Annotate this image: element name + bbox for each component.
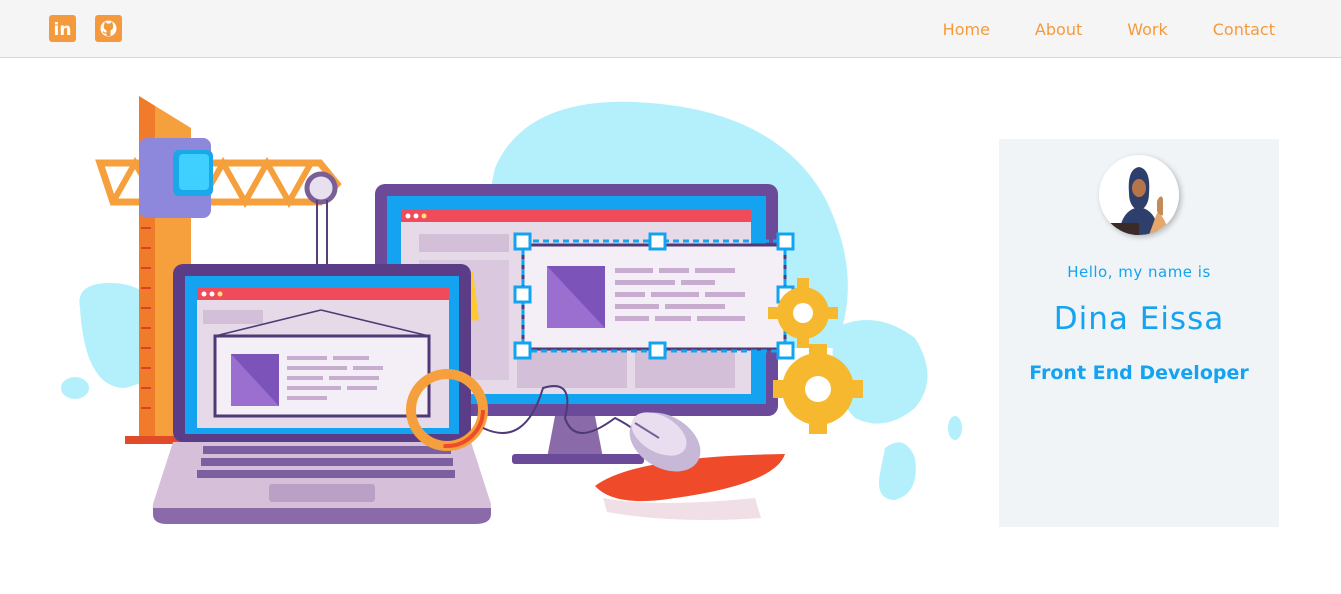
hero-illustration xyxy=(55,88,975,533)
linkedin-icon-label: in xyxy=(54,20,72,40)
avatar xyxy=(1099,155,1179,235)
nav-work[interactable]: Work xyxy=(1127,20,1168,39)
nav-about[interactable]: About xyxy=(1035,20,1082,39)
linkedin-link[interactable]: in xyxy=(49,15,76,42)
nav-home[interactable]: Home xyxy=(943,20,990,39)
nav-contact[interactable]: Contact xyxy=(1213,20,1275,39)
github-icon xyxy=(95,15,122,42)
avatar-illustration xyxy=(1099,155,1179,235)
web-development-illustration xyxy=(61,96,962,524)
linkedin-icon: in xyxy=(49,15,76,42)
profile-role: Front End Developer xyxy=(1029,362,1249,384)
profile-card: Hello, my name is Dina Eissa Front End D… xyxy=(999,139,1279,527)
greeting-text: Hello, my name is xyxy=(1067,263,1211,281)
navbar: in Home About Work Contact xyxy=(0,0,1341,58)
nav-links: Home About Work Contact xyxy=(898,0,1275,58)
profile-name: Dina Eissa xyxy=(1053,301,1225,337)
github-link[interactable] xyxy=(95,15,122,42)
